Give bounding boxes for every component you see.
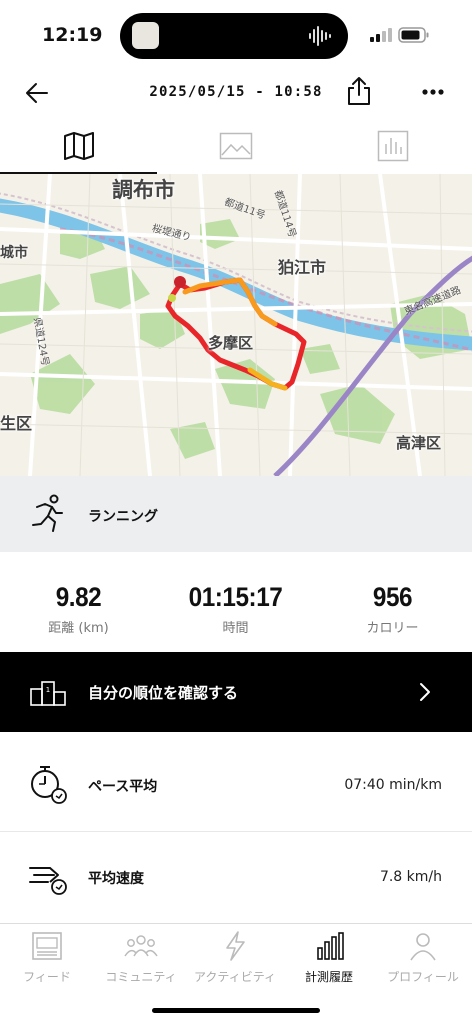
speed-icon	[29, 867, 67, 895]
metric-value-pace: 07:40 min/km	[344, 777, 442, 793]
map-canvas	[0, 174, 472, 476]
runner-icon	[32, 494, 63, 532]
image-icon	[219, 132, 252, 160]
header: 2025/05/15 - 10:58	[0, 70, 472, 116]
battery-icon	[398, 27, 429, 43]
chart-icon	[377, 130, 408, 162]
distance-value: 9.82	[55, 582, 102, 612]
lightning-icon	[226, 931, 245, 961]
stat-time: 01:15:17 時間	[157, 582, 314, 636]
audio-waveform-icon	[309, 26, 331, 46]
community-icon	[124, 935, 158, 957]
tab-map[interactable]	[0, 118, 157, 174]
view-tabs	[0, 118, 472, 174]
distance-label: 距離 (km)	[48, 621, 109, 636]
metric-label-speed: 平均速度	[88, 871, 144, 887]
share-icon[interactable]	[346, 76, 372, 106]
chevron-right-icon	[420, 683, 430, 701]
route-start-marker	[174, 276, 186, 288]
metric-value-speed: 7.8 km/h	[379, 869, 442, 885]
nav-item-profile[interactable]: プロフィール	[376, 930, 470, 985]
calories-label: カロリー	[366, 621, 419, 636]
map-label-takatsu: 高津区	[396, 434, 442, 452]
calories-value: 956	[372, 582, 413, 612]
nav-label-community: コミュニティ	[105, 970, 177, 984]
profile-icon	[410, 933, 436, 961]
summary-stats: 9.82 距離 (km) 01:15:17 時間 956 カロリー	[0, 552, 472, 652]
metric-row-pace[interactable]: ペース平均 07:40 min/km	[0, 740, 472, 832]
status-bar: 12:19	[0, 0, 472, 70]
nav-item-community[interactable]: コミュニティ	[94, 930, 188, 985]
map-label-chofu: 調布市	[112, 178, 175, 202]
history-icon	[317, 932, 344, 960]
route-map[interactable]: 調布市 狛江市 多摩区 高津区 生区 城市 桜堤通り 都道11号 都道114号 …	[0, 174, 472, 476]
metric-label-pace: ペース平均	[88, 779, 158, 795]
tab-graphs[interactable]	[314, 118, 471, 174]
nav-item-history[interactable]: 計測履歴	[282, 930, 376, 985]
svg-text:1: 1	[46, 686, 50, 694]
feed-icon	[32, 932, 62, 960]
stopwatch-icon	[31, 766, 67, 804]
activity-type-label: ランニング	[88, 509, 158, 525]
stat-calories: 956 カロリー	[314, 582, 471, 636]
map-label-shi: 城市	[0, 245, 28, 261]
app-thumbnail-icon	[132, 22, 159, 49]
ranking-button[interactable]: 1 自分の順位を確認する	[0, 652, 472, 732]
nav-label-feed: フィード	[23, 970, 71, 984]
home-indicator[interactable]	[152, 1008, 320, 1013]
nav-label-history: 計測履歴	[304, 970, 353, 984]
dynamic-island[interactable]	[120, 13, 348, 59]
more-options-icon[interactable]	[420, 82, 446, 102]
page-title: 2025/05/15 - 10:58	[149, 84, 323, 100]
tab-photos[interactable]	[157, 118, 314, 174]
metric-row-speed[interactable]: 平均速度 7.8 km/h	[0, 832, 472, 924]
ranking-label: 自分の順位を確認する	[88, 684, 239, 702]
nav-item-activity[interactable]: アクティビティ	[188, 930, 282, 985]
time-value: 01:15:17	[188, 582, 283, 612]
stat-distance: 9.82 距離 (km)	[0, 582, 157, 636]
status-time: 12:19	[42, 24, 103, 46]
map-icon	[63, 132, 94, 160]
map-label-tama: 多摩区	[208, 334, 254, 352]
map-label-komae: 狛江市	[278, 258, 327, 277]
time-label: 時間	[222, 621, 249, 636]
nav-label-activity: アクティビティ	[194, 970, 276, 984]
nav-label-profile: プロフィール	[387, 970, 459, 984]
activity-type-row: ランニング	[0, 476, 472, 552]
podium-icon: 1	[30, 681, 66, 706]
map-label-seiku: 生区	[0, 414, 33, 433]
signal-icon	[370, 28, 392, 42]
nav-item-feed[interactable]: フィード	[0, 930, 94, 985]
